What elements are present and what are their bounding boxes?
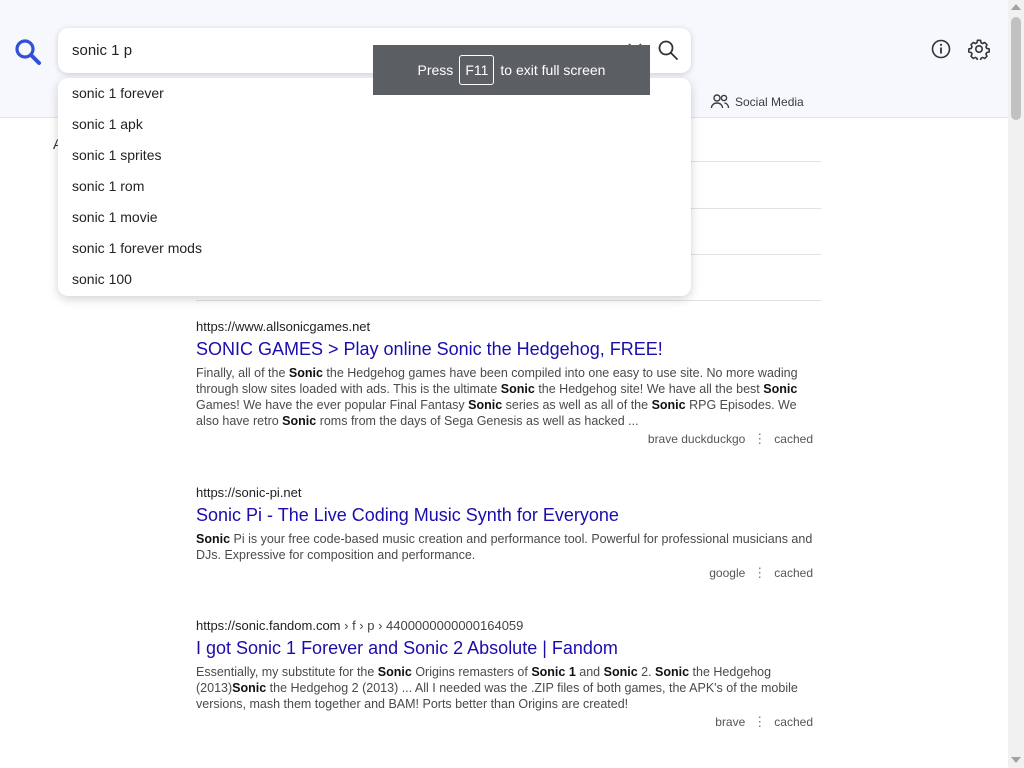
fullscreen-toast-suffix: to exit full screen: [500, 62, 606, 78]
divider: [690, 161, 821, 162]
search-logo-icon[interactable]: [14, 38, 42, 66]
gear-icon[interactable]: [968, 38, 990, 62]
tab-social-media[interactable]: Social Media: [710, 92, 804, 112]
more-options-icon[interactable]: ⋮: [753, 714, 766, 730]
suggestion-item[interactable]: sonic 1 apk: [58, 109, 691, 140]
result-meta: google ⋮ cached: [196, 565, 816, 581]
more-options-icon[interactable]: ⋮: [753, 431, 766, 447]
suggestion-item[interactable]: sonic 1 sprites: [58, 140, 691, 171]
tab-social-media-label: Social Media: [735, 95, 804, 109]
suggestion-item[interactable]: sonic 100: [58, 264, 691, 295]
suggestion-item[interactable]: sonic 1 forever mods: [58, 233, 691, 264]
suggestion-item[interactable]: sonic 1 rom: [58, 171, 691, 202]
divider: [690, 254, 821, 255]
autocomplete-dropdown: sonic 1 forever sonic 1 apk sonic 1 spri…: [58, 78, 691, 296]
info-icon[interactable]: [931, 39, 951, 59]
result-url[interactable]: https://sonic-pi.net: [196, 485, 816, 500]
result-meta: brave duckduckgo ⋮ cached: [196, 431, 816, 447]
result-title-link[interactable]: I got Sonic 1 Forever and Sonic 2 Absolu…: [196, 638, 816, 659]
more-options-icon[interactable]: ⋮: [753, 565, 766, 581]
result-engines: brave: [715, 715, 746, 729]
result-snippet: Sonic Pi is your free code-based music c…: [196, 532, 813, 562]
suggestion-item[interactable]: sonic 1 movie: [58, 202, 691, 233]
result-engines: google: [709, 566, 746, 580]
fullscreen-toast-key: F11: [459, 55, 495, 85]
result-snippet: Finally, all of the Sonic the Hedgehog g…: [196, 366, 798, 428]
search-result: https://sonic.fandom.com › f › p › 44000…: [196, 618, 816, 730]
divider: [196, 300, 821, 301]
cached-link[interactable]: cached: [774, 432, 813, 446]
cached-link[interactable]: cached: [774, 566, 813, 580]
result-engines: brave duckduckgo: [647, 432, 746, 446]
result-snippet: Essentially, my substitute for the Sonic…: [196, 665, 798, 711]
result-meta: brave ⋮ cached: [196, 714, 816, 730]
divider: [690, 208, 821, 209]
scroll-up-arrow-icon[interactable]: [1011, 4, 1021, 10]
page-scrollbar[interactable]: [1008, 0, 1024, 768]
fullscreen-toast-prefix: Press: [417, 62, 454, 78]
result-title-link[interactable]: Sonic Pi - The Live Coding Music Synth f…: [196, 505, 816, 526]
fullscreen-toast: Press F11 to exit full screen: [373, 45, 650, 95]
people-icon: [710, 93, 730, 112]
cached-link[interactable]: cached: [774, 715, 813, 729]
result-title-link[interactable]: SONIC GAMES > Play online Sonic the Hedg…: [196, 339, 816, 360]
result-url[interactable]: https://sonic.fandom.com › f › p › 44000…: [196, 618, 816, 633]
search-result: https://www.allsonicgames.net SONIC GAME…: [196, 319, 816, 447]
search-submit-icon[interactable]: [657, 39, 679, 61]
search-result: https://sonic-pi.net Sonic Pi - The Live…: [196, 485, 816, 581]
result-url[interactable]: https://www.allsonicgames.net: [196, 319, 816, 334]
scroll-down-arrow-icon[interactable]: [1011, 757, 1021, 763]
scroll-thumb[interactable]: [1011, 17, 1021, 120]
